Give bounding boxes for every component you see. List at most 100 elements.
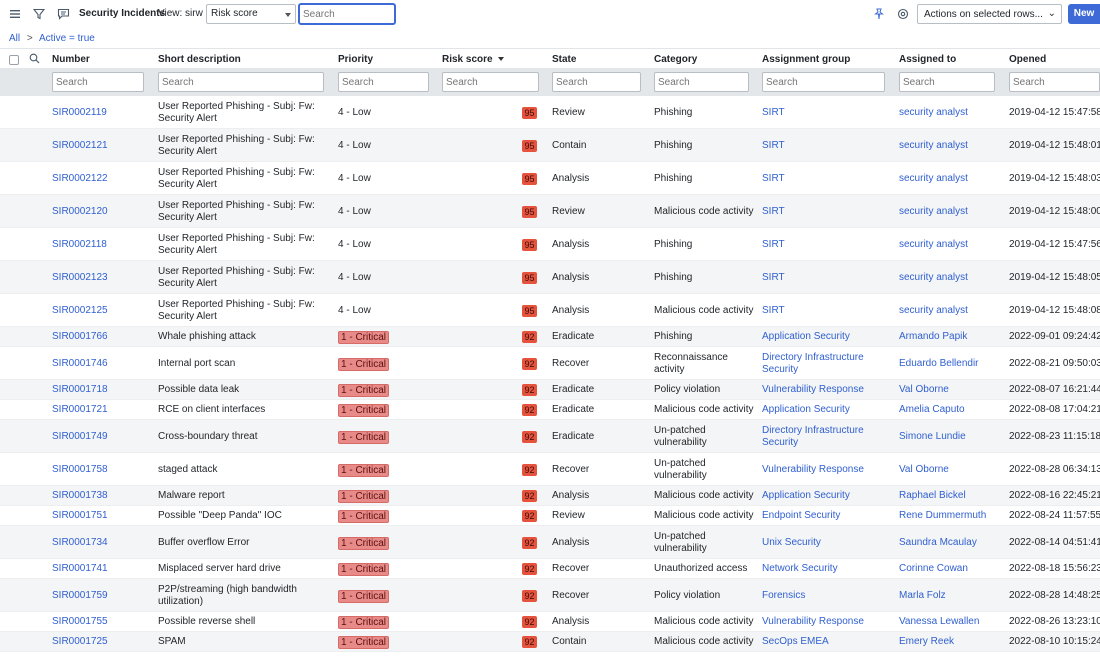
table-row[interactable]: SIR0002120 User Reported Phishing - Subj:… [0, 195, 1100, 228]
breadcrumb-all[interactable]: All [9, 33, 20, 44]
incident-number-link[interactable]: SIR0002120 [52, 206, 108, 218]
assignment-group-search-input[interactable] [762, 72, 885, 92]
incident-number-link[interactable]: SIR0001738 [52, 490, 108, 502]
table-row[interactable]: SIR0001746 Internal port scan 1 - Critical… [0, 347, 1100, 380]
description-search-input[interactable] [158, 72, 324, 92]
list-search-input[interactable] [298, 3, 396, 25]
incident-number-link[interactable]: SIR0002125 [52, 305, 108, 317]
incident-number-link[interactable]: SIR0001751 [52, 510, 108, 522]
incident-number-link[interactable]: SIR0001758 [52, 464, 108, 476]
assigned-to-link[interactable]: security analyst [899, 239, 968, 251]
new-button[interactable]: New [1068, 4, 1100, 24]
table-row[interactable]: SIR0002123 User Reported Phishing - Subj:… [0, 261, 1100, 294]
bulk-actions-select[interactable]: Actions on selected rows... ⌄ [917, 4, 1062, 24]
assigned-to-search-input[interactable] [899, 72, 995, 92]
assigned-to-link[interactable]: security analyst [899, 272, 968, 284]
incident-number-link[interactable]: SIR0002121 [52, 140, 108, 152]
incident-number-link[interactable]: SIR0001755 [52, 616, 108, 628]
incident-number-link[interactable]: SIR0001746 [52, 358, 108, 370]
table-row[interactable]: SIR0001759 P2P/streaming (high bandwidth u… [0, 579, 1100, 612]
assignment-group-link[interactable]: SIRT [762, 107, 785, 119]
assigned-to-link[interactable]: Val Oborne [899, 464, 949, 476]
assignment-group-link[interactable]: Vulnerability Response [762, 616, 864, 628]
assignment-group-link[interactable]: Endpoint Security [762, 510, 840, 522]
table-row[interactable]: SIR0001718 Possible data leak 1 - Critical… [0, 380, 1100, 400]
assigned-to-link[interactable]: Saundra Mcaulay [899, 537, 977, 549]
assignment-group-link[interactable]: Unix Security [762, 537, 821, 549]
incident-number-link[interactable]: SIR0001759 [52, 590, 108, 602]
column-header-assigned-to[interactable]: Assigned to [899, 54, 956, 65]
assignment-group-link[interactable]: SIRT [762, 140, 785, 152]
assigned-to-link[interactable]: Corinne Cowan [899, 563, 968, 575]
table-row[interactable]: SIR0001734 Buffer overflow Error 1 - Criti… [0, 526, 1100, 559]
risk-score-search-input[interactable] [442, 72, 539, 92]
assigned-to-link[interactable]: Eduardo Bellendir [899, 358, 979, 370]
assigned-to-link[interactable]: security analyst [899, 305, 968, 317]
assigned-to-link[interactable]: security analyst [899, 140, 968, 152]
assigned-to-link[interactable]: security analyst [899, 107, 968, 119]
table-row[interactable]: SIR0001725 SPAM 1 - Critical 92 Contain Malic… [0, 632, 1100, 652]
table-row[interactable]: SIR0001751 Possible "Deep Panda" IOC 1 - C… [0, 506, 1100, 526]
assignment-group-link[interactable]: Directory Infrastructure [762, 425, 864, 437]
category-search-input[interactable] [654, 72, 749, 92]
number-search-input[interactable] [52, 72, 144, 92]
assigned-to-link[interactable]: Emery Reek [899, 636, 954, 648]
assignment-group-link[interactable]: Directory Infrastructure [762, 352, 864, 364]
assignment-group-link[interactable]: SIRT [762, 272, 785, 284]
incident-number-link[interactable]: SIR0001725 [52, 636, 108, 648]
assignment-group-link[interactable]: SIRT [762, 173, 785, 185]
gear-icon[interactable] [895, 6, 911, 22]
incident-number-link[interactable]: SIR0002122 [52, 173, 108, 185]
assignment-group-link[interactable]: Vulnerability Response [762, 464, 864, 476]
column-header-opened[interactable]: Opened [1009, 54, 1046, 65]
assignment-group-link[interactable]: Security [762, 437, 864, 449]
assigned-to-link[interactable]: Val Oborne [899, 384, 949, 396]
assignment-group-link[interactable]: Application Security [762, 490, 850, 502]
assignment-group-link[interactable]: SIRT [762, 239, 785, 251]
opened-search-input[interactable] [1009, 72, 1100, 92]
breadcrumb-filter[interactable]: Active = true [39, 33, 95, 44]
table-row[interactable]: SIR0002118 User Reported Phishing - Subj:… [0, 228, 1100, 261]
state-search-input[interactable] [552, 72, 641, 92]
incident-number-link[interactable]: SIR0001766 [52, 331, 108, 343]
assigned-to-link[interactable]: Marla Folz [899, 590, 946, 602]
table-row[interactable]: SIR0002119 User Reported Phishing - Subj:… [0, 96, 1100, 129]
filter-icon[interactable] [31, 6, 47, 22]
incident-number-link[interactable]: SIR0001749 [52, 431, 108, 443]
assignment-group-link[interactable]: Application Security [762, 404, 850, 416]
assigned-to-link[interactable]: Rene Dummermuth [899, 510, 986, 522]
assignment-group-link[interactable]: Forensics [762, 590, 805, 602]
column-header-category[interactable]: Category [654, 54, 697, 65]
incident-number-link[interactable]: SIR0002123 [52, 272, 108, 284]
table-row[interactable]: SIR0002125 User Reported Phishing - Subj:… [0, 294, 1100, 327]
table-row[interactable]: SIR0001749 Cross-boundary threat 1 - Criti… [0, 420, 1100, 453]
priority-search-input[interactable] [338, 72, 429, 92]
incident-number-link[interactable]: SIR0001721 [52, 404, 108, 416]
table-row[interactable]: SIR0001755 Possible reverse shell 1 - Crit… [0, 612, 1100, 632]
assignment-group-link[interactable]: Network Security [762, 563, 838, 575]
assignment-group-link[interactable]: Security [762, 364, 864, 376]
column-header-assignment-group[interactable]: Assignment group [762, 54, 850, 65]
table-row[interactable]: SIR0001741 Misplaced server hard drive 1 -… [0, 559, 1100, 579]
assigned-to-link[interactable]: Amelia Caputo [899, 404, 965, 416]
column-header-state[interactable]: State [552, 54, 576, 65]
incident-number-link[interactable]: SIR0002119 [52, 107, 107, 119]
assignment-group-link[interactable]: SecOps EMEA [762, 636, 829, 648]
assignment-group-link[interactable]: SIRT [762, 206, 785, 218]
sort-field-select[interactable]: Risk score [206, 4, 296, 24]
hamburger-menu-icon[interactable] [7, 6, 23, 22]
select-all-checkbox[interactable] [9, 55, 19, 65]
column-header-short-description[interactable]: Short description [158, 54, 241, 65]
assigned-to-link[interactable]: security analyst [899, 206, 968, 218]
table-row[interactable]: SIR0001766 Whale phishing attack 1 - Criti… [0, 327, 1100, 347]
column-header-risk-score[interactable]: Risk score [442, 54, 504, 65]
column-header-number[interactable]: Number [52, 54, 90, 65]
table-row[interactable]: SIR0001738 Malware report 1 - Critical 92 An… [0, 486, 1100, 506]
assignment-group-link[interactable]: Vulnerability Response [762, 384, 864, 396]
column-header-priority[interactable]: Priority [338, 54, 373, 65]
assignment-group-link[interactable]: SIRT [762, 305, 785, 317]
search-icon[interactable] [29, 53, 40, 67]
incident-number-link[interactable]: SIR0001734 [52, 537, 108, 549]
table-row[interactable]: SIR0001721 RCE on client interfaces 1 - Cr… [0, 400, 1100, 420]
assigned-to-link[interactable]: Raphael Bickel [899, 490, 966, 502]
